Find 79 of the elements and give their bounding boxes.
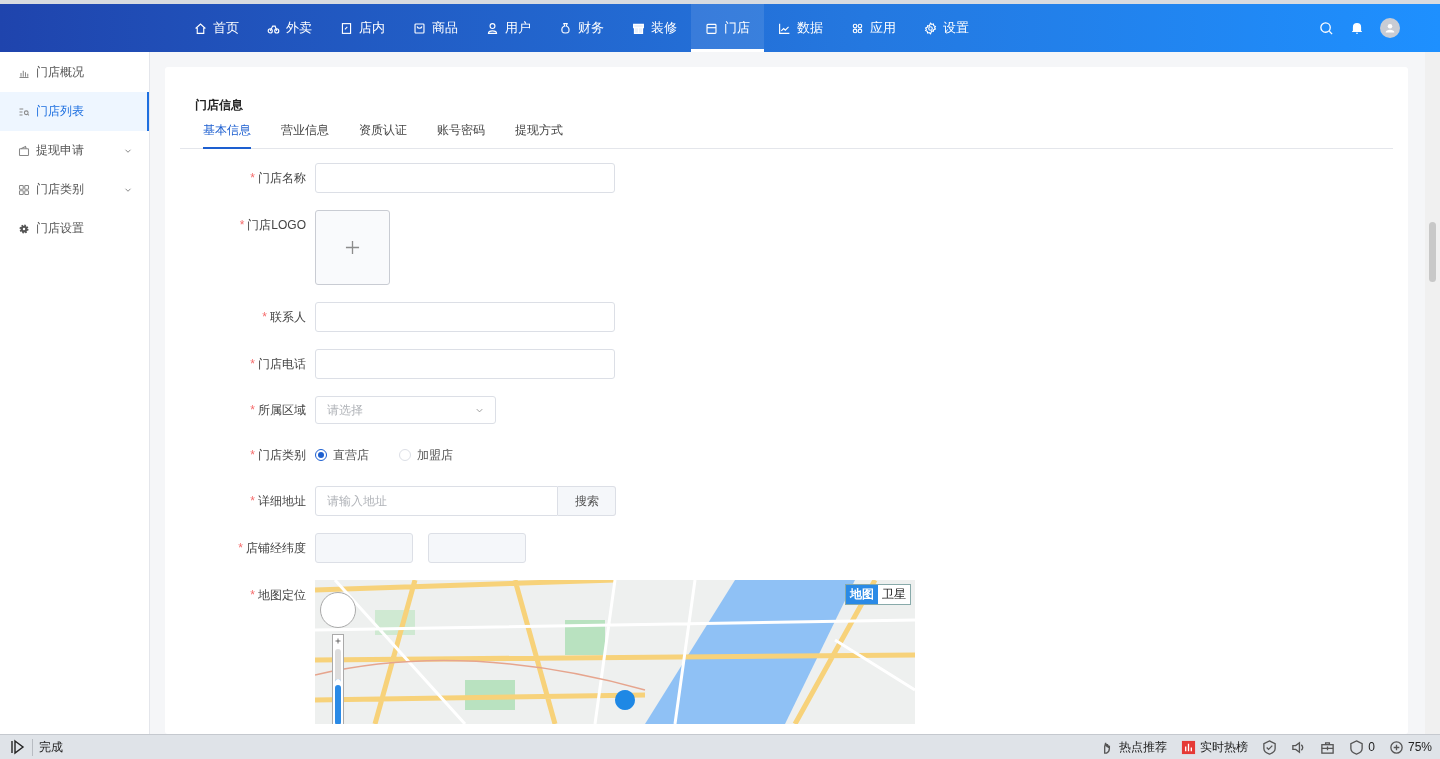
field-label: 所属区域 <box>258 403 306 417</box>
search-button[interactable]: 搜索 <box>558 486 616 516</box>
input-field[interactable] <box>315 163 615 193</box>
input-field[interactable] <box>315 302 615 332</box>
document-icon <box>340 21 353 35</box>
field-label: 店铺经纬度 <box>246 541 306 555</box>
required-mark: * <box>250 357 255 371</box>
bar-chart-icon[interactable] <box>1181 739 1197 755</box>
line-chart-icon <box>778 21 791 35</box>
status-item[interactable]: 0 <box>1368 740 1375 754</box>
search-icon[interactable] <box>1319 20 1334 36</box>
nav-tab[interactable]: 商品 <box>399 4 472 52</box>
plus-icon <box>345 240 360 255</box>
required-mark: * <box>250 448 255 462</box>
scrollbar-thumb[interactable] <box>1429 222 1436 282</box>
plus-icon[interactable] <box>334 637 342 645</box>
required-mark: * <box>239 218 245 232</box>
nav-tab[interactable]: 用户 <box>472 4 545 52</box>
badge-icon[interactable] <box>1349 739 1365 755</box>
zoom-icon[interactable] <box>1388 739 1404 755</box>
gear-icon <box>18 222 30 235</box>
field-label: 门店LOGO <box>247 218 306 232</box>
sidebar-item[interactable]: 提现申请 <box>0 131 149 170</box>
nav-tab[interactable]: 设置 <box>910 4 983 52</box>
sidebar-item[interactable]: 门店列表 <box>0 92 149 131</box>
field-label: 门店电话 <box>258 357 306 371</box>
status-item[interactable]: 实时热榜 <box>1200 738 1249 756</box>
nav-tab[interactable]: 财务 <box>545 4 618 52</box>
required-mark: * <box>262 310 267 324</box>
user-icon <box>486 21 499 35</box>
status-item[interactable]: 热点推荐 <box>1119 738 1168 756</box>
form-tab[interactable]: 提现方式 <box>515 113 563 149</box>
card-title: 门店信息 <box>194 97 244 113</box>
field-label: 地图定位 <box>258 588 306 602</box>
required-mark: * <box>250 588 255 602</box>
nav-tab[interactable]: 门店 <box>691 4 764 52</box>
list-search-icon <box>18 105 30 118</box>
radio-option[interactable]: 加盟店 <box>399 446 453 464</box>
radio-option[interactable]: 直营店 <box>315 446 369 464</box>
grid-icon <box>18 183 30 196</box>
nav-tab[interactable]: 外卖 <box>253 4 326 52</box>
nav-tab[interactable]: 装修 <box>618 4 691 52</box>
form-tab[interactable]: 营业信息 <box>281 113 329 149</box>
zoom-slider[interactable] <box>335 649 341 724</box>
box-icon <box>413 21 426 35</box>
required-mark: * <box>250 494 255 508</box>
home-icon <box>194 21 207 35</box>
required-mark: * <box>250 171 255 185</box>
map-type-tab[interactable]: 卫星 <box>878 585 910 604</box>
bell-icon[interactable] <box>1350 21 1364 35</box>
sidebar-item[interactable]: 门店概况 <box>0 53 149 92</box>
status-item[interactable]: 75% <box>1407 740 1432 754</box>
sidebar-item[interactable]: 门店类别 <box>0 170 149 209</box>
shop-icon <box>632 21 645 35</box>
form-tab[interactable]: 基本信息 <box>203 113 251 149</box>
shield-icon[interactable] <box>1262 739 1278 755</box>
nav-tab[interactable]: 数据 <box>764 4 837 52</box>
field-label: 门店类别 <box>258 448 306 462</box>
sidebar-item[interactable]: 门店设置 <box>0 209 149 248</box>
toolbox-icon[interactable] <box>1320 739 1336 755</box>
storefront-icon <box>705 21 718 35</box>
apps-icon <box>851 21 864 35</box>
map-type-tab[interactable]: 地图 <box>846 585 878 604</box>
sidebar-toggle-icon[interactable] <box>10 739 26 755</box>
status-text: 完成 <box>32 738 1087 756</box>
settings-icon <box>924 21 937 35</box>
field-label: 门店名称 <box>258 171 306 185</box>
avatar-icon[interactable] <box>1380 18 1400 38</box>
field-label: 联系人 <box>270 310 306 324</box>
nav-tab[interactable]: 应用 <box>837 4 910 52</box>
input-field[interactable]: 请输入地址 <box>315 486 558 516</box>
field-label: 详细地址 <box>258 494 306 508</box>
input-field[interactable] <box>315 349 615 379</box>
form-tab[interactable]: 账号密码 <box>437 113 485 149</box>
form-tab[interactable]: 资质认证 <box>359 113 407 149</box>
required-mark: * <box>238 541 243 555</box>
nav-tab[interactable]: 店内 <box>326 4 399 52</box>
nav-tab[interactable]: 首页 <box>180 4 253 52</box>
required-mark: * <box>250 403 255 417</box>
